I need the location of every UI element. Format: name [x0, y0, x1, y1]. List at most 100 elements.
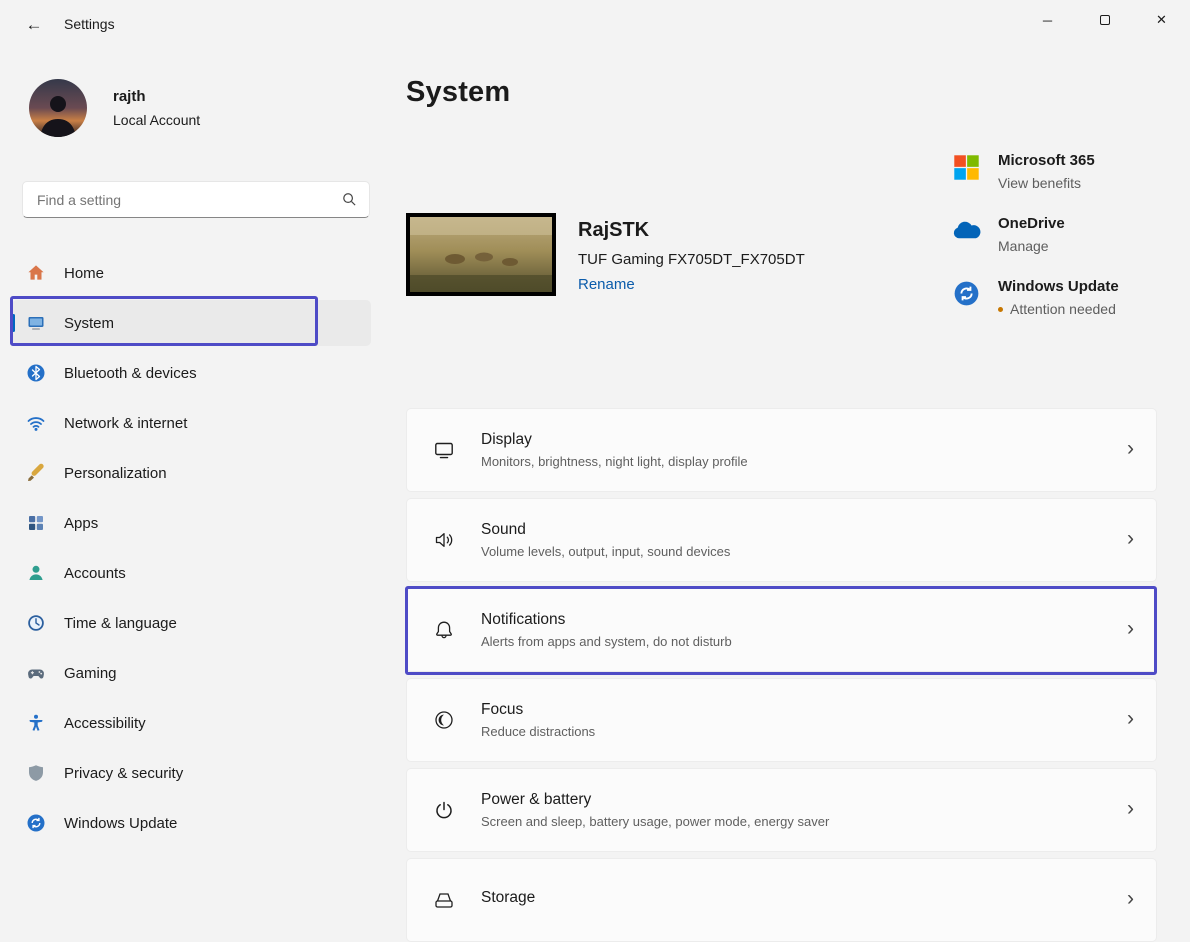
chevron-right-icon: ›: [1127, 528, 1134, 553]
update-icon: [26, 813, 46, 833]
account-type: Local Account: [113, 112, 200, 128]
minimize-button[interactable]: ─: [1019, 0, 1076, 40]
close-icon: ✕: [1156, 12, 1167, 28]
personalization-icon: [26, 463, 46, 483]
sidebar-item-label: Gaming: [64, 665, 117, 682]
microsoft-365-logo: [953, 152, 983, 191]
update-status: Attention needed: [998, 301, 1119, 317]
sidebar-item-label: System: [64, 315, 114, 332]
row-title: Power & battery: [481, 791, 1127, 809]
sidebar-item-label: Home: [64, 265, 104, 282]
speaker-icon: [433, 529, 455, 551]
quick-link-title: Windows Update: [998, 278, 1119, 295]
close-button[interactable]: ✕: [1133, 0, 1190, 40]
focus-icon: [433, 709, 455, 731]
search-input[interactable]: [35, 191, 342, 209]
row-subtitle: Monitors, brightness, night light, displ…: [481, 454, 1127, 469]
row-subtitle: Screen and sleep, battery usage, power m…: [481, 814, 1127, 829]
sidebar-item-bluetooth-devices[interactable]: Bluetooth & devices: [12, 350, 371, 396]
row-title: Focus: [481, 701, 1127, 719]
row-title: Notifications: [481, 611, 1127, 629]
settings-row-notifications[interactable]: Notifications Alerts from apps and syste…: [406, 588, 1157, 672]
sidebar-item-apps[interactable]: Apps: [12, 500, 371, 546]
system-icon: [26, 313, 46, 333]
update-status-text: Attention needed: [1010, 301, 1116, 317]
titlebar: ← Settings ─ ✕: [0, 0, 1190, 48]
accessibility-icon: [26, 713, 46, 733]
sidebar-item-label: Network & internet: [64, 415, 187, 432]
search-icon: [342, 192, 357, 207]
network-icon: [26, 413, 46, 433]
sidebar-item-personalization[interactable]: Personalization: [12, 450, 371, 496]
settings-row-focus[interactable]: Focus Reduce distractions ›: [406, 678, 1157, 762]
settings-row-power-battery[interactable]: Power & battery Screen and sleep, batter…: [406, 768, 1157, 852]
storage-icon: [433, 889, 455, 911]
quick-link-microsoft-365[interactable]: Microsoft 365 View benefits: [953, 152, 1183, 191]
settings-row-sound[interactable]: Sound Volume levels, output, input, soun…: [406, 498, 1157, 582]
gamepad-icon: [26, 663, 46, 683]
sidebar-item-label: Personalization: [64, 465, 167, 482]
window-title: Settings: [64, 16, 115, 32]
windows-update-icon: [953, 278, 983, 317]
quick-link-title: Microsoft 365: [998, 152, 1095, 169]
clock-icon: [26, 613, 46, 633]
bluetooth-icon: [26, 363, 46, 383]
onedrive-icon: [953, 215, 983, 254]
device-model: TUF Gaming FX705DT_FX705DT: [578, 251, 805, 268]
settings-row-display[interactable]: Display Monitors, brightness, night ligh…: [406, 408, 1157, 492]
home-icon: [26, 263, 46, 283]
page-title: System: [406, 76, 510, 109]
back-button[interactable]: ←: [14, 10, 54, 40]
sidebar-item-windows-update[interactable]: Windows Update: [12, 800, 371, 846]
device-header: RajSTK TUF Gaming FX705DT_FX705DT Rename: [406, 213, 805, 296]
maximize-button[interactable]: [1076, 0, 1133, 40]
sidebar-item-label: Apps: [64, 515, 98, 532]
sidebar-item-privacy-security[interactable]: Privacy & security: [12, 750, 371, 796]
sidebar-item-time-language[interactable]: Time & language: [12, 600, 371, 646]
sidebar-item-label: Privacy & security: [64, 765, 183, 782]
chevron-right-icon: ›: [1127, 888, 1134, 913]
sidebar-item-label: Accessibility: [64, 715, 146, 732]
rename-link[interactable]: Rename: [578, 276, 635, 293]
chevron-right-icon: ›: [1127, 618, 1134, 643]
account-name: rajth: [113, 88, 200, 105]
apps-icon: [26, 513, 46, 533]
device-name: RajSTK: [578, 219, 805, 242]
maximize-icon: [1100, 15, 1110, 25]
chevron-right-icon: ›: [1127, 438, 1134, 463]
row-subtitle: Reduce distractions: [481, 724, 1127, 739]
settings-list: Display Monitors, brightness, night ligh…: [406, 408, 1157, 942]
sidebar-item-label: Time & language: [64, 615, 177, 632]
settings-row-storage[interactable]: Storage ›: [406, 858, 1157, 942]
account-header: rajth Local Account: [29, 79, 200, 137]
display-icon: [433, 439, 455, 461]
search-box[interactable]: [22, 181, 370, 218]
quick-links: Microsoft 365 View benefits OneDrive Man…: [953, 152, 1183, 317]
chevron-right-icon: ›: [1127, 798, 1134, 823]
sidebar-item-label: Windows Update: [64, 815, 177, 832]
sidebar-item-accessibility[interactable]: Accessibility: [12, 700, 371, 746]
view-benefits-link[interactable]: View benefits: [998, 175, 1095, 191]
row-title: Display: [481, 431, 1127, 449]
row-title: Storage: [481, 889, 1127, 907]
minimize-icon: ─: [1043, 13, 1052, 28]
sidebar-nav: Home System Bluetooth & devices Network …: [12, 250, 371, 850]
sidebar-item-label: Accounts: [64, 565, 126, 582]
avatar: [29, 79, 87, 137]
quick-link-windows-update[interactable]: Windows Update Attention needed: [953, 278, 1183, 317]
back-arrow-icon: ←: [26, 15, 43, 35]
sidebar-item-network-internet[interactable]: Network & internet: [12, 400, 371, 446]
sidebar-item-accounts[interactable]: Accounts: [12, 550, 371, 596]
quick-link-onedrive[interactable]: OneDrive Manage: [953, 215, 1183, 254]
accounts-icon: [26, 563, 46, 583]
sidebar-item-home[interactable]: Home: [12, 250, 371, 296]
manage-link[interactable]: Manage: [998, 238, 1065, 254]
row-subtitle: Volume levels, output, input, sound devi…: [481, 544, 1127, 559]
row-subtitle: Alerts from apps and system, do not dist…: [481, 634, 1127, 649]
sidebar-item-gaming[interactable]: Gaming: [12, 650, 371, 696]
power-icon: [433, 799, 455, 821]
device-image: [406, 213, 556, 296]
bell-icon: [433, 619, 455, 641]
sidebar-item-system[interactable]: System: [12, 300, 371, 346]
quick-link-title: OneDrive: [998, 215, 1065, 232]
